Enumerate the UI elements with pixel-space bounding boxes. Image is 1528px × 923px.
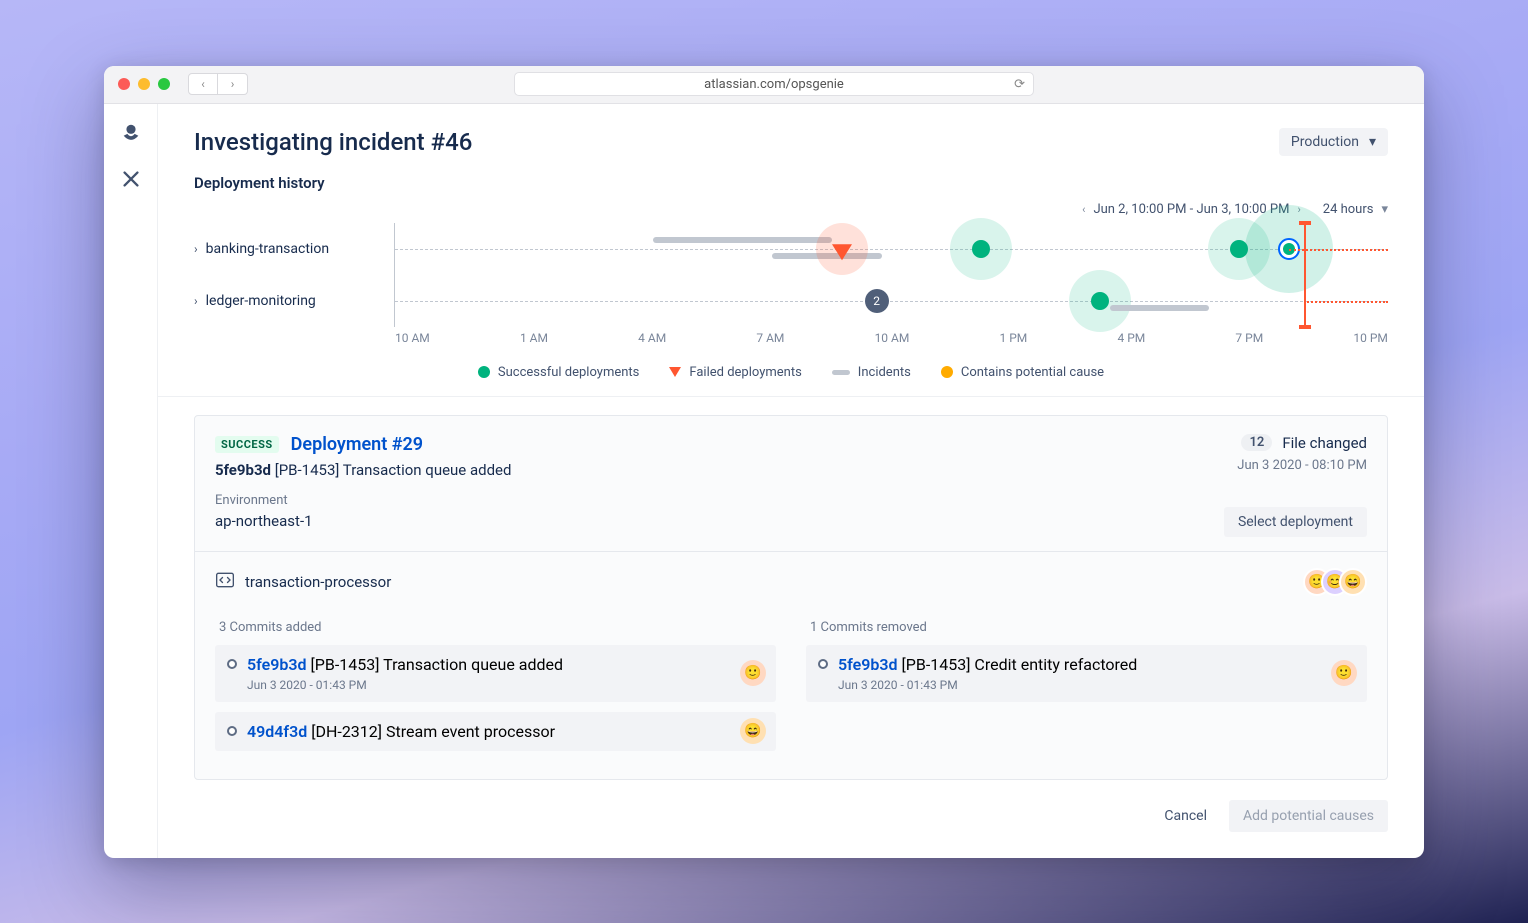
incident-icon	[832, 370, 850, 375]
service-toggle[interactable]: › banking-transaction	[194, 241, 394, 257]
successful-deployment-marker[interactable]	[1091, 292, 1109, 310]
chevron-down-icon: ▾	[1369, 134, 1376, 150]
time-window-label: 24 hours	[1323, 202, 1374, 217]
commit-node-icon	[227, 659, 237, 669]
forward-button[interactable]: ›	[218, 73, 248, 95]
page-title: Investigating incident #46	[194, 128, 472, 156]
success-icon	[478, 366, 490, 378]
section-title: Deployment history	[158, 174, 1424, 202]
deployment-link[interactable]: Deployment #29	[291, 434, 423, 455]
window-controls	[118, 78, 170, 90]
legend: Successful deployments Failed deployment…	[158, 353, 1424, 397]
close-icon[interactable]	[120, 168, 142, 194]
commits-added-label: 3 Commits added	[219, 620, 776, 635]
url-text: atlassian.com/opsgenie	[704, 77, 844, 92]
repo-name[interactable]: transaction-processor	[245, 573, 391, 591]
failed-deployment-marker[interactable]	[832, 244, 852, 260]
commit-message: [PB-1453] Transaction queue added	[311, 655, 564, 674]
minimize-window-icon[interactable]	[138, 78, 150, 90]
timeline-row: › banking-transaction	[194, 223, 1388, 275]
deployment-timestamp: Jun 3 2020 - 08:10 PM	[1237, 458, 1367, 473]
cluster-count[interactable]: 2	[865, 289, 889, 313]
environment-selector[interactable]: Production ▾	[1279, 128, 1388, 156]
cancel-button[interactable]: Cancel	[1164, 808, 1207, 824]
select-deployment-button[interactable]: Select deployment	[1224, 507, 1367, 537]
commit-hash[interactable]: 49d4f3d	[247, 722, 307, 741]
back-button[interactable]: ‹	[188, 73, 218, 95]
footer-actions: Cancel Add potential causes	[158, 780, 1424, 858]
avatar[interactable]: 😄	[740, 718, 766, 744]
commit-hash[interactable]: 5fe9b3d	[838, 655, 898, 674]
commits-removed-label: 1 Commits removed	[810, 620, 1367, 635]
address-bar[interactable]: atlassian.com/opsgenie ⟳	[514, 72, 1034, 96]
commit-timestamp: Jun 3 2020 - 01:43 PM	[838, 678, 1355, 692]
time-window-selector[interactable]: 24 hours ▾	[1323, 202, 1388, 217]
browser-window: ‹ › atlassian.com/opsgenie ⟳ Investigati…	[104, 66, 1424, 858]
files-changed-count: 12	[1241, 434, 1272, 451]
titlebar: ‹ › atlassian.com/opsgenie ⟳	[104, 66, 1424, 104]
commit-item[interactable]: 49d4f3d [DH-2312] Stream event processor…	[215, 712, 776, 751]
nav-arrows: ‹ ›	[188, 73, 248, 95]
zoom-window-icon[interactable]	[158, 78, 170, 90]
deployment-card: SUCCESS Deployment #29 5fe9b3d [PB-1453]…	[194, 415, 1388, 780]
successful-deployment-marker[interactable]	[972, 240, 990, 258]
avatar[interactable]: 🙂	[740, 660, 766, 686]
commit-message: [PB-1453] Transaction queue added	[275, 461, 512, 479]
chevron-right-icon: ›	[194, 242, 198, 256]
reload-icon[interactable]: ⟳	[1014, 77, 1025, 92]
avatar[interactable]: 🙂	[1331, 660, 1357, 686]
status-badge: SUCCESS	[215, 436, 279, 453]
potential-cause-icon	[941, 366, 953, 378]
commit-node-icon	[227, 726, 237, 736]
incident-bar[interactable]	[653, 237, 832, 243]
chevron-right-icon: ›	[194, 294, 198, 308]
prev-range-icon[interactable]: ‹	[1082, 203, 1085, 216]
service-name: ledger-monitoring	[206, 293, 316, 309]
service-toggle[interactable]: › ledger-monitoring	[194, 293, 394, 309]
code-icon	[215, 570, 235, 594]
incident-bar[interactable]	[1110, 305, 1209, 311]
commit-timestamp: Jun 3 2020 - 01:43 PM	[247, 678, 764, 692]
commit-node-icon	[818, 659, 828, 669]
commit-message: [PB-1453] Credit entity refactored	[902, 655, 1138, 674]
chevron-down-icon: ▾	[1381, 202, 1388, 217]
environment-label: Environment	[215, 493, 511, 508]
environment-label: Production	[1291, 134, 1359, 150]
failed-icon	[669, 367, 681, 377]
commit-hash: 5fe9b3d	[215, 461, 271, 479]
close-window-icon[interactable]	[118, 78, 130, 90]
timeline-row: › ledger-monitoring 2	[194, 275, 1388, 327]
deployment-timeline: ‹ Jun 2, 10:00 PM - Jun 3, 10:00 PM › 24…	[158, 202, 1424, 353]
opsgenie-icon[interactable]	[120, 122, 142, 148]
service-name: banking-transaction	[206, 241, 329, 257]
contributor-avatars[interactable]: 🙂 😊 😄	[1313, 568, 1367, 596]
commit-item[interactable]: 5fe9b3d [PB-1453] Credit entity refactor…	[806, 645, 1367, 702]
time-axis: 10 AM 1 AM 4 AM 7 AM 10 AM 1 PM 4 PM 7 P…	[394, 327, 1388, 345]
commit-item[interactable]: 5fe9b3d [PB-1453] Transaction queue adde…	[215, 645, 776, 702]
sidebar	[104, 104, 158, 858]
commit-hash[interactable]: 5fe9b3d	[247, 655, 307, 674]
files-changed-label: File changed	[1282, 434, 1367, 452]
environment-value: ap-northeast-1	[215, 512, 511, 530]
commit-message: [DH-2312] Stream event processor	[311, 722, 555, 741]
avatar[interactable]: 😄	[1339, 568, 1367, 596]
add-potential-causes-button[interactable]: Add potential causes	[1229, 800, 1388, 832]
